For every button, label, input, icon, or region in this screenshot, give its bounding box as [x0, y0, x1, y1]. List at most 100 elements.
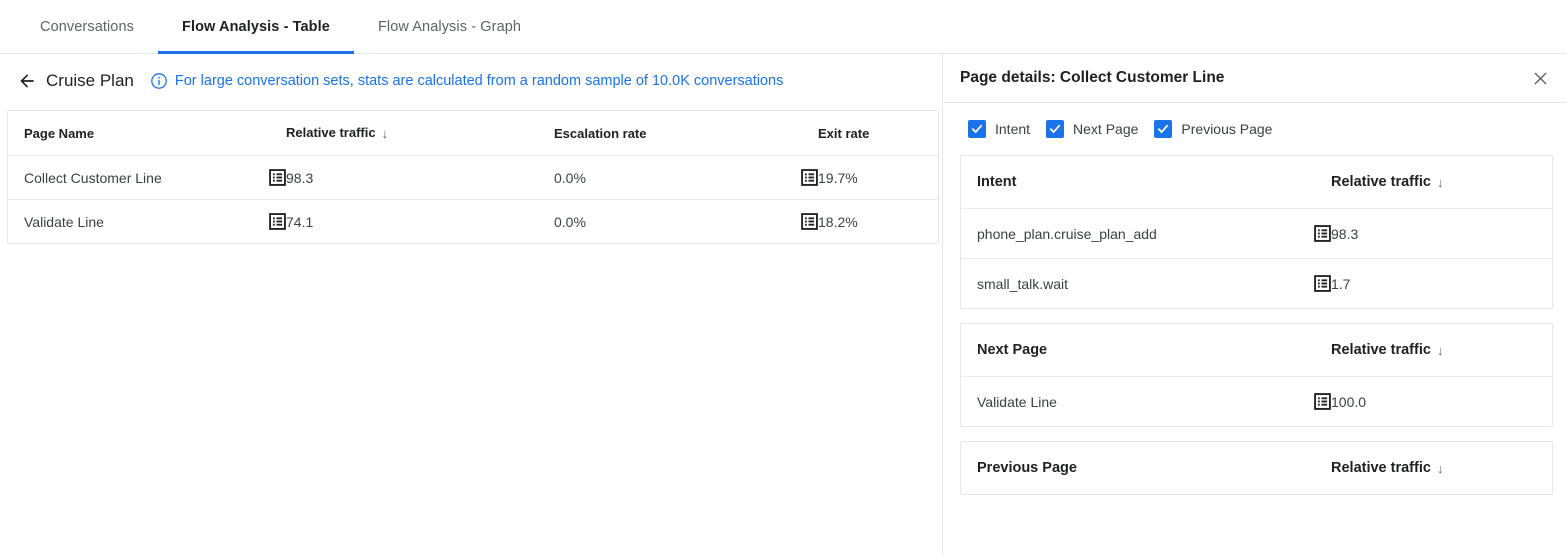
column-header-next-page[interactable]: Next Page — [961, 324, 1331, 377]
list-icon[interactable] — [1314, 225, 1331, 242]
sort-descending-icon: ↓ — [1437, 461, 1444, 476]
table-row[interactable]: phone_plan.cruise_plan_add — [961, 209, 1552, 259]
column-header-relative-traffic[interactable]: Relative traffic ↓ — [1331, 156, 1552, 209]
cell-relative-traffic: 1.7 — [1331, 259, 1552, 309]
sort-descending-icon: ↓ — [382, 126, 389, 141]
cell-exit-rate: 19.7% — [818, 156, 938, 200]
tab-flow-analysis-graph[interactable]: Flow Analysis - Graph — [354, 0, 545, 53]
tab-conversations[interactable]: Conversations — [16, 0, 158, 53]
previous-page-section-card: Previous Page Relative traffic ↓ — [960, 441, 1553, 495]
cell-relative-traffic: 98.3 — [286, 156, 554, 200]
checkbox-intent[interactable] — [968, 120, 986, 138]
table-row[interactable]: Validate Line 74. — [8, 200, 938, 244]
cell-intent-name: phone_plan.cruise_plan_add — [961, 209, 1331, 259]
tab-label: Flow Analysis - Graph — [378, 19, 521, 35]
intent-section-card: Intent Relative traffic ↓ phone_plan.crui… — [960, 155, 1553, 309]
cell-escalation-rate: 0.0% — [554, 200, 818, 244]
column-label: Intent — [977, 174, 1016, 190]
tab-bar: Conversations Flow Analysis - Table Flow… — [0, 0, 1567, 54]
column-label: Exit rate — [818, 126, 869, 141]
column-header-intent[interactable]: Intent — [961, 156, 1331, 209]
column-header-relative-traffic[interactable]: Relative traffic ↓ — [286, 111, 554, 156]
column-label: Page Name — [24, 126, 94, 141]
previous-page-table: Previous Page Relative traffic ↓ — [961, 442, 1552, 494]
column-label: Next Page — [977, 342, 1047, 358]
column-header-page-name[interactable]: Page Name — [8, 111, 286, 156]
table-row[interactable]: Collect Customer Line — [8, 156, 938, 200]
list-icon[interactable] — [1314, 393, 1331, 410]
intent-name-text: phone_plan.cruise_plan_add — [977, 226, 1314, 242]
page-title: Cruise Plan — [46, 71, 134, 91]
cell-relative-traffic: 98.3 — [1331, 209, 1552, 259]
table-header-row: Previous Page Relative traffic ↓ — [961, 442, 1552, 494]
filter-intent[interactable]: Intent — [968, 120, 1030, 138]
column-label: Escalation rate — [554, 126, 647, 141]
table-row[interactable]: Validate Line 100 — [961, 377, 1552, 427]
list-icon[interactable] — [801, 213, 818, 230]
check-icon — [970, 122, 984, 136]
table-header-row: Next Page Relative traffic ↓ — [961, 324, 1552, 377]
check-icon — [1156, 122, 1170, 136]
intent-table: Intent Relative traffic ↓ phone_plan.crui… — [961, 156, 1552, 308]
page-name-text: Collect Customer Line — [24, 170, 269, 186]
breadcrumb: Cruise Plan For large conversation sets,… — [0, 54, 942, 108]
column-label: Relative traffic — [1331, 460, 1431, 476]
column-header-relative-traffic[interactable]: Relative traffic ↓ — [1331, 442, 1552, 494]
sampling-note: For large conversation sets, stats are c… — [150, 72, 784, 90]
info-icon — [150, 72, 168, 90]
column-label: Previous Page — [977, 460, 1077, 476]
escalation-rate-text: 0.0% — [554, 170, 801, 186]
column-label: Relative traffic — [1331, 342, 1431, 358]
panel-header: Page details: Collect Customer Line — [944, 54, 1567, 103]
tab-label: Flow Analysis - Table — [182, 19, 330, 35]
check-icon — [1048, 122, 1062, 136]
next-page-section-card: Next Page Relative traffic ↓ Validate Lin… — [960, 323, 1553, 427]
filter-label: Previous Page — [1181, 121, 1272, 137]
sort-descending-icon: ↓ — [1437, 343, 1444, 358]
flow-table-card: Page Name Relative traffic ↓ Escalation r… — [7, 110, 939, 244]
column-header-exit-rate[interactable]: Exit rate — [818, 111, 938, 156]
next-page-name-text: Validate Line — [977, 394, 1314, 410]
filter-checkbox-row: Intent Next Page Previous Page — [944, 103, 1567, 155]
page-name-text: Validate Line — [24, 214, 269, 230]
column-label: Relative traffic — [1331, 174, 1431, 190]
cell-relative-traffic: 74.1 — [286, 200, 554, 244]
back-button[interactable] — [14, 68, 40, 94]
flow-table: Page Name Relative traffic ↓ Escalation r… — [8, 111, 938, 243]
table-header-row: Intent Relative traffic ↓ — [961, 156, 1552, 209]
panel-title: Page details: Collect Customer Line — [960, 69, 1527, 87]
list-icon[interactable] — [269, 169, 286, 186]
table-row[interactable]: small_talk.wait 1 — [961, 259, 1552, 309]
checkbox-previous-page[interactable] — [1154, 120, 1172, 138]
tab-flow-analysis-table[interactable]: Flow Analysis - Table — [158, 0, 354, 53]
next-page-table: Next Page Relative traffic ↓ Validate Lin… — [961, 324, 1552, 426]
filter-previous-page[interactable]: Previous Page — [1154, 120, 1272, 138]
close-icon — [1531, 69, 1550, 88]
column-header-relative-traffic[interactable]: Relative traffic ↓ — [1331, 324, 1552, 377]
column-header-previous-page[interactable]: Previous Page — [961, 442, 1331, 494]
flow-analysis-table-pane: Cruise Plan For large conversation sets,… — [0, 54, 943, 555]
column-header-escalation-rate[interactable]: Escalation rate — [554, 111, 818, 156]
cell-next-page-name: Validate Line — [961, 377, 1331, 427]
arrow-left-icon — [17, 71, 37, 91]
table-header-row: Page Name Relative traffic ↓ Escalation r… — [8, 111, 938, 156]
tab-label: Conversations — [40, 19, 134, 35]
intent-name-text: small_talk.wait — [977, 276, 1314, 292]
filter-next-page[interactable]: Next Page — [1046, 120, 1138, 138]
page-details-panel: Page details: Collect Customer Line Inte… — [944, 54, 1567, 555]
cell-page-name: Collect Customer Line — [8, 156, 286, 200]
cell-page-name: Validate Line — [8, 200, 286, 244]
sampling-note-text: For large conversation sets, stats are c… — [175, 73, 784, 89]
cell-escalation-rate: 0.0% — [554, 156, 818, 200]
cell-exit-rate: 18.2% — [818, 200, 938, 244]
cell-intent-name: small_talk.wait — [961, 259, 1331, 309]
list-icon[interactable] — [269, 213, 286, 230]
sort-descending-icon: ↓ — [1437, 175, 1444, 190]
escalation-rate-text: 0.0% — [554, 214, 801, 230]
column-label: Relative traffic — [286, 125, 376, 140]
list-icon[interactable] — [801, 169, 818, 186]
checkbox-next-page[interactable] — [1046, 120, 1064, 138]
close-panel-button[interactable] — [1527, 65, 1553, 91]
filter-label: Intent — [995, 121, 1030, 137]
list-icon[interactable] — [1314, 275, 1331, 292]
